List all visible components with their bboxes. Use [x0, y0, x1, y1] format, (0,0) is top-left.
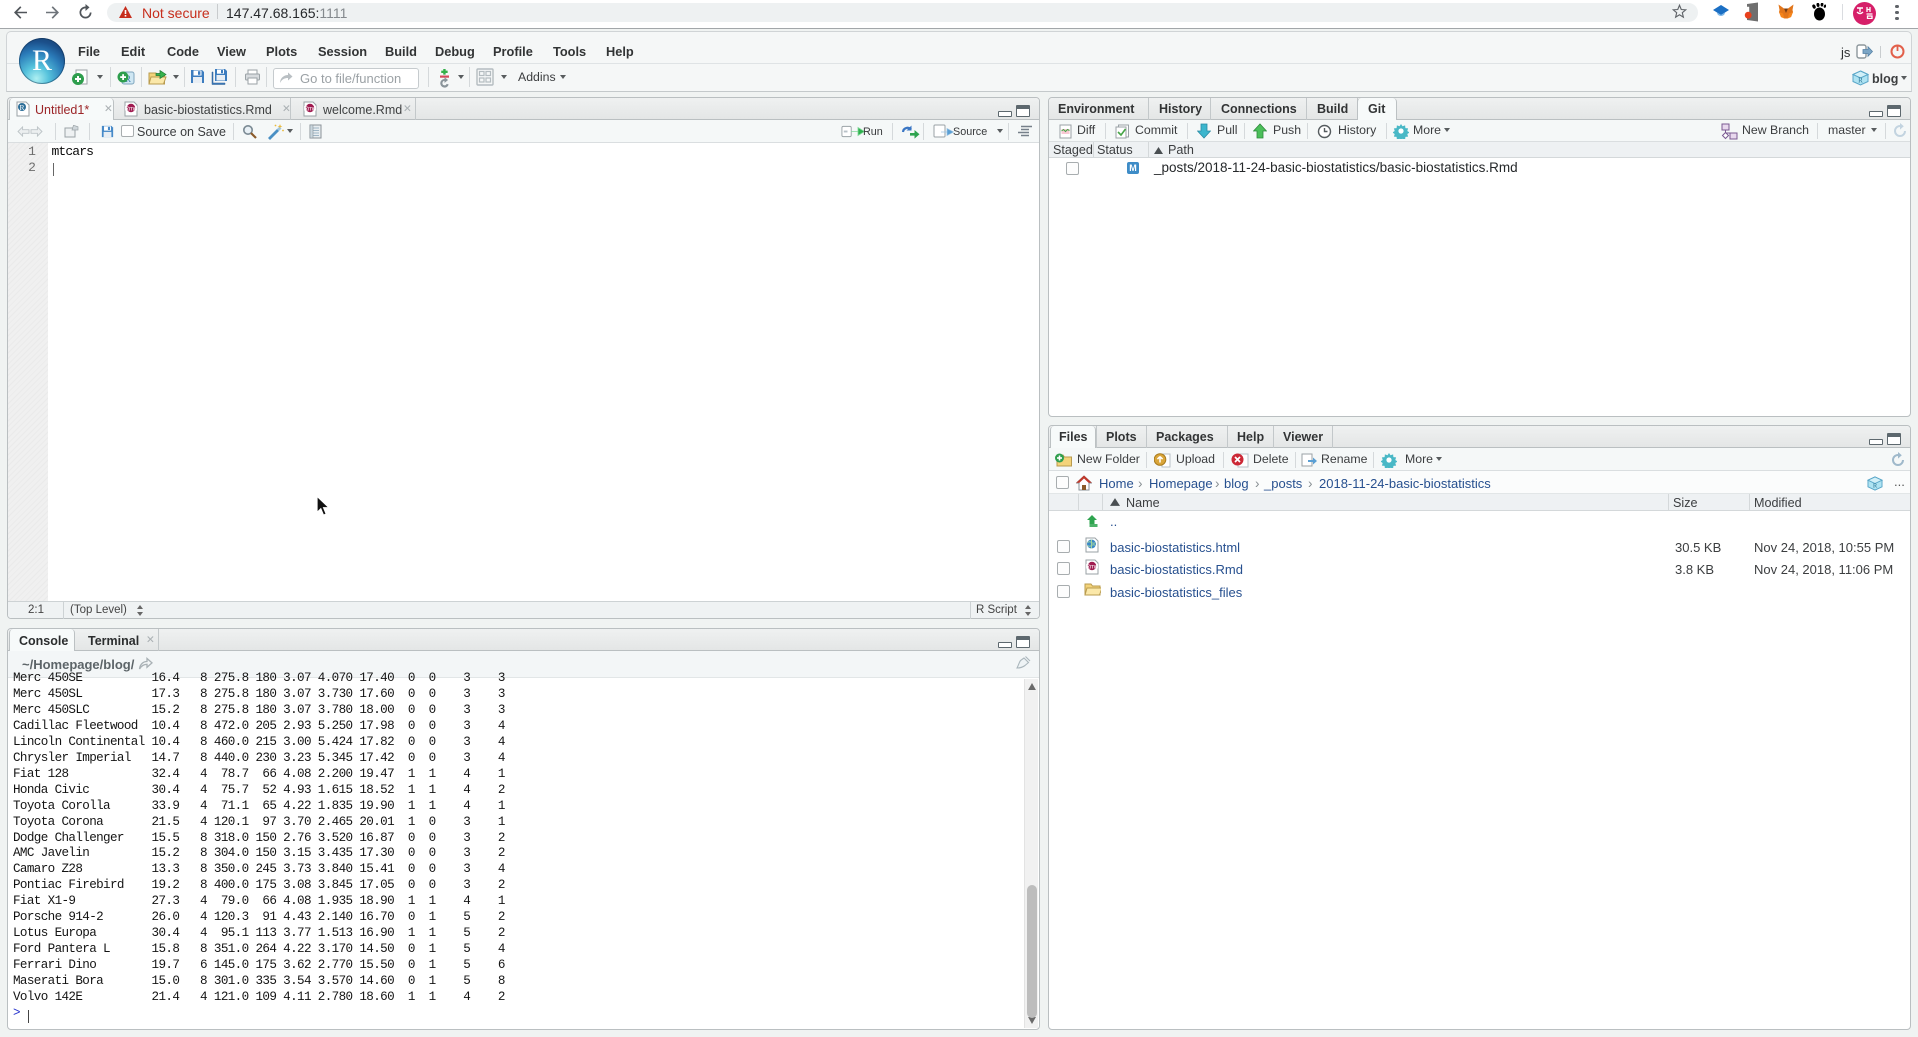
svg-text:R: R [1873, 482, 1878, 489]
svg-text:R: R [1858, 77, 1863, 85]
svg-text:Rmd: Rmd [1086, 564, 1099, 570]
svg-text:R: R [19, 103, 24, 112]
